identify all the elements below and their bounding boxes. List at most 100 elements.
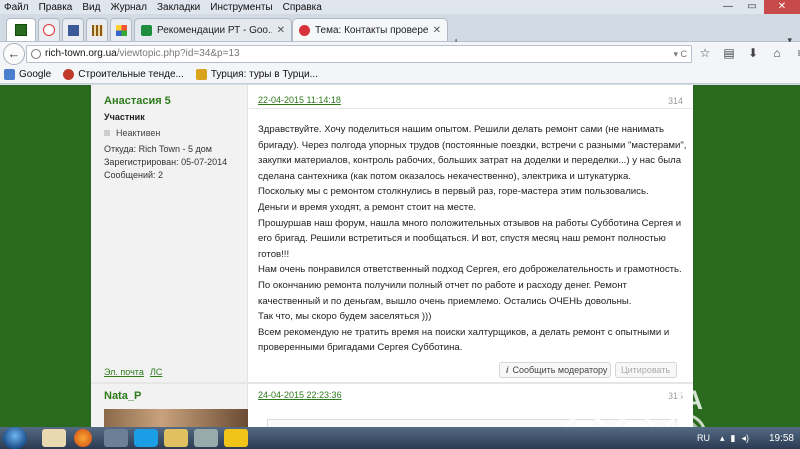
tray-arrow-icon[interactable]: ▴ [720, 433, 725, 444]
volume-icon[interactable]: ◂) [741, 433, 749, 444]
start-button[interactable] [3, 427, 27, 449]
bookmark-construction-tenders[interactable]: Строительные тенде... [63, 69, 184, 80]
url-bar[interactable]: rich-town.org.ua/viewtopic.php?id=34&p=1… [26, 45, 692, 63]
colorful-grid-icon [115, 24, 127, 36]
close-tab-icon[interactable]: ✕ [433, 25, 441, 36]
menu-help[interactable]: Справка [278, 2, 327, 13]
next-post-author[interactable]: Nata_P [104, 390, 141, 402]
avatar [104, 409, 248, 427]
next-post-date-link[interactable]: 24-04-2015 22:23:36 [258, 390, 342, 400]
home-icon[interactable]: ⌂ [770, 46, 784, 60]
download-icon[interactable]: ⬇ [746, 46, 760, 60]
reading-list-icon[interactable]: ▤ [722, 46, 736, 60]
taskbar: RU ▴ ▮ ◂) 19:58 [0, 427, 800, 449]
bookmark-google[interactable]: Google [4, 69, 51, 80]
bookmark-label: Турция: туры в Турци... [210, 69, 318, 80]
yandex-icon [43, 24, 55, 36]
minimize-button[interactable]: — [716, 0, 740, 14]
pinned-tab-4[interactable] [86, 18, 108, 41]
yandex-taskbar-icon[interactable] [42, 429, 66, 447]
bookmark-label: Google [19, 69, 52, 80]
pinned-tab-2[interactable] [38, 18, 60, 41]
tab-label: Тема: Контакты провере... [315, 24, 428, 36]
tender-icon [63, 69, 75, 80]
author-messages: Сообщений: 2 [104, 170, 164, 180]
menu-icon[interactable]: ≡ [794, 46, 800, 60]
navigation-bar: ← rich-town.org.ua/viewtopic.php?id=34&p… [0, 42, 800, 66]
post-line: Здравствуйте. Хочу поделиться нашим опыт… [258, 124, 664, 135]
report-to-moderator-button[interactable]: i Сообщить модератору [499, 362, 611, 378]
menu-view[interactable]: Вид [77, 2, 105, 13]
tab-contacts[interactable]: Тема: Контакты провере... ✕ [292, 18, 448, 41]
info-icon: i [506, 365, 509, 375]
maximize-button[interactable]: ▭ [740, 0, 764, 14]
media-taskbar-icon[interactable] [194, 429, 218, 447]
toolbar-icons: ☆ ▤ ⬇ ⌂ ≡ [698, 46, 800, 60]
close-tab-icon[interactable]: ✕ [277, 25, 285, 36]
menu-file[interactable]: Файл [0, 2, 34, 13]
post-line: Всем рекомендую не тратить время на поис… [258, 326, 670, 338]
skype-taskbar-icon[interactable] [134, 429, 158, 447]
tab-strip: Рекомендации РТ - Goo... ✕ Тема: Контакт… [0, 14, 800, 50]
menu-tools[interactable]: Инструменты [205, 2, 277, 13]
post-line: Нам очень понравился ответственный подхо… [258, 264, 682, 276]
pinned-tab-1[interactable] [6, 18, 36, 41]
bookmark-turkey-tours[interactable]: Турция: туры в Турци... [195, 69, 318, 80]
palm-icon [195, 69, 207, 80]
facebook-icon [67, 24, 79, 36]
post-date-link[interactable]: 22-04-2015 11:14:18 [258, 95, 341, 105]
private-message-link[interactable]: ЛС [150, 367, 162, 377]
system-tray: RU ▴ ▮ ◂) 19:58 [697, 427, 794, 449]
bookmark-bars-icon [91, 24, 103, 36]
email-link[interactable]: Эл. почта [104, 367, 144, 377]
firefox-taskbar-icon[interactable] [74, 429, 92, 447]
post-line: Прошуршав наш форум, нашла много положит… [258, 217, 682, 229]
reload-icon[interactable]: ▾ C [673, 46, 687, 62]
post-line: Так что, мы скоро будем заселяться ))) [258, 311, 432, 323]
app-taskbar-icon[interactable] [104, 429, 128, 447]
status-indicator-icon [104, 130, 110, 136]
author-from: Откуда: Rich Town - 5 дом [104, 144, 212, 154]
watermark-text: Rabotniki.UA [528, 385, 704, 415]
back-button[interactable]: ← [3, 43, 25, 65]
author-info: Откуда: Rich Town - 5 дом Зарегистрирова… [104, 143, 227, 182]
page-background: Анастасия 5 Участник Неактивен Откуда: R… [0, 85, 800, 427]
site-favicon-icon [299, 24, 310, 36]
window-controls: — ▭ ✕ [716, 0, 800, 14]
post-line: проверенными бригадами Сергея Субботина. [258, 342, 463, 354]
menu-bookmarks[interactable]: Закладки [152, 2, 205, 13]
bookmark-label: Строительные тенде... [78, 69, 184, 80]
post-header-divider [249, 108, 693, 109]
menu-edit[interactable]: Правка [34, 2, 78, 13]
pinned-tab-5[interactable] [110, 18, 132, 41]
bookmarks-bar: Google Строительные тенде... Турция: тур… [0, 66, 800, 84]
close-window-button[interactable]: ✕ [764, 0, 800, 14]
post-line: закупки материалов, контроль рабочих, бо… [258, 155, 682, 167]
post-line: сделана сантехника (как потом оказалось … [258, 170, 631, 182]
network-icon[interactable]: ▮ [731, 433, 736, 444]
post-body: Здравствуйте. Хочу поделиться нашим опыт… [258, 122, 688, 356]
google-icon [4, 69, 15, 80]
post-line: бригаду). Через полгода упорных трудов (… [258, 139, 687, 151]
clock[interactable]: 19:58 [769, 433, 794, 444]
post-line: его бригад. Решили встретиться и пообщат… [258, 233, 666, 245]
post-line: Деньги и время уходят, а ремонт стоит на… [258, 201, 477, 213]
language-indicator[interactable]: RU [697, 433, 710, 443]
url-host: rich-town.org.ua [45, 48, 117, 59]
post-line: По окончанию ремонта получили полный отч… [258, 279, 627, 291]
pinned-tab-3[interactable] [62, 18, 84, 41]
post-line: качественный и по деньгам, вышло очень п… [258, 295, 632, 307]
bookmark-star-icon[interactable]: ☆ [698, 46, 712, 60]
online-status: Неактивен [104, 128, 160, 138]
quote-label: Цитировать [621, 365, 671, 375]
globe-icon [31, 49, 41, 59]
tab-label: Рекомендации РТ - Goo... [157, 24, 272, 36]
post-author[interactable]: Анастасия 5 [104, 95, 171, 107]
menu-history[interactable]: Журнал [105, 2, 152, 13]
quote-button[interactable]: Цитировать [615, 362, 677, 378]
tab-recommendations[interactable]: Рекомендации РТ - Goo... ✕ [134, 18, 292, 41]
notes-taskbar-icon[interactable] [224, 429, 248, 447]
report-label: Сообщить модератору [512, 365, 608, 375]
post-line: готов!!! [258, 248, 290, 260]
explorer-taskbar-icon[interactable] [164, 429, 188, 447]
